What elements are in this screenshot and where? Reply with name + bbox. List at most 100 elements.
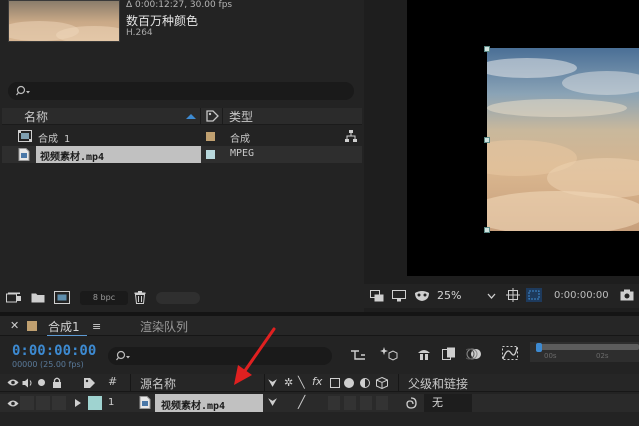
footage-file-icon: [18, 148, 30, 161]
new-folder-icon[interactable]: [31, 292, 45, 303]
sort-ascending-icon[interactable]: [185, 113, 197, 120]
zoom-value: 25%: [437, 289, 462, 302]
footage-codec: H.264: [126, 28, 153, 38]
layer-shy-switch[interactable]: ⮟: [268, 396, 277, 410]
label-tag-icon[interactable]: [83, 377, 96, 389]
label-color-swatch[interactable]: [206, 150, 215, 159]
collapse-switch-icon[interactable]: ✲: [284, 376, 293, 389]
monitor-icon[interactable]: [392, 290, 406, 302]
motion-blur-switch-icon[interactable]: [344, 378, 354, 388]
layer-switch-slot[interactable]: [360, 396, 372, 410]
footage-colors: 数百万种颜色: [126, 14, 199, 28]
lock-toggle[interactable]: [52, 396, 66, 410]
red-annotation-arrow: [232, 327, 278, 387]
column-number[interactable]: #: [108, 375, 117, 388]
footage-frame[interactable]: [487, 48, 639, 231]
tab-menu-icon[interactable]: ≡: [92, 320, 101, 333]
graph-editor-icon[interactable]: [502, 346, 518, 360]
mask-visibility-icon[interactable]: [414, 290, 430, 302]
solo-toggle[interactable]: [36, 396, 50, 410]
footage-duration-fps: Δ 0:00:12:27, 30.00 fps: [126, 0, 233, 10]
column-source-name[interactable]: 源名称: [140, 375, 176, 392]
3d-layer-icon[interactable]: [376, 377, 388, 389]
project-item-type: 合成: [230, 134, 250, 145]
interpret-footage-icon[interactable]: [6, 292, 22, 304]
column-divider: [200, 108, 201, 125]
column-parent-link[interactable]: 父级和链接: [408, 375, 468, 392]
ruler-label: 00s: [544, 352, 557, 360]
trash-icon[interactable]: [134, 291, 146, 304]
layer-index: 1: [108, 397, 115, 408]
speaker-icon[interactable]: [22, 378, 33, 388]
layer-name-highlight[interactable]: 视频素材.mp4: [155, 394, 263, 412]
label-color-swatch[interactable]: [206, 132, 215, 141]
new-composition-icon[interactable]: [54, 291, 70, 304]
column-divider: [222, 108, 223, 125]
solo-icon[interactable]: [38, 379, 45, 386]
viewer-timecode[interactable]: 0:00:00:00: [554, 290, 609, 301]
parent-dropdown[interactable]: 无: [424, 394, 472, 412]
search-icon: [16, 85, 32, 97]
comp-label-swatch: [27, 321, 37, 331]
project-item-type: MPEG: [230, 148, 255, 159]
project-column-header: 名称 类型: [2, 108, 362, 125]
column-name[interactable]: 名称: [24, 108, 48, 125]
adjustment-layer-icon[interactable]: [360, 378, 370, 388]
frame-blend-switch-icon[interactable]: [330, 378, 340, 388]
tab-composition[interactable]: 合成1: [48, 318, 80, 335]
project-search-input[interactable]: [8, 82, 354, 100]
work-area-bar[interactable]: [536, 344, 639, 350]
camera-snapshot-icon[interactable]: [620, 289, 634, 301]
motion-blur-icon[interactable]: [466, 347, 482, 361]
quality-switch-icon[interactable]: ╲: [298, 376, 305, 389]
always-preview-icon[interactable]: [370, 290, 384, 302]
layer-label-swatch[interactable]: [88, 396, 102, 410]
transform-handle[interactable]: [484, 46, 490, 52]
pick-whip-icon[interactable]: [404, 396, 418, 410]
eye-icon[interactable]: [7, 378, 19, 387]
bit-depth-button[interactable]: 8 bpc: [80, 291, 128, 305]
ruler-ticks: 00s 02s: [530, 352, 639, 362]
close-icon[interactable]: ✕: [10, 319, 19, 332]
project-item-composition[interactable]: 合成 1 合成: [2, 128, 362, 145]
region-of-interest-icon[interactable]: [506, 288, 520, 302]
audio-toggle[interactable]: [20, 396, 34, 410]
label-tag-icon[interactable]: [206, 110, 219, 122]
comp-mini-flowchart-icon[interactable]: [350, 348, 366, 362]
project-item-footage[interactable]: 视频素材.mp4 MPEG: [2, 146, 362, 163]
shy-layers-icon[interactable]: [416, 347, 432, 361]
layer-switch-slot[interactable]: [344, 396, 356, 410]
timeline-search-input[interactable]: [108, 347, 332, 365]
footage-file-icon: [139, 396, 151, 409]
layer-visibility-eye-icon[interactable]: [7, 399, 19, 408]
transform-handle[interactable]: [484, 137, 490, 143]
layer-quality-switch[interactable]: ╱: [298, 395, 305, 409]
frame-blending-icon[interactable]: [442, 347, 456, 361]
tab-render-queue[interactable]: 渲染队列: [140, 318, 188, 335]
timeline-layer-row[interactable]: 1 ⮟ ╱: [0, 394, 639, 412]
composition-icon: [18, 130, 32, 142]
expand-arrow-icon[interactable]: [74, 398, 82, 408]
layer-switch-slot[interactable]: [376, 396, 388, 410]
zoom-dropdown[interactable]: 25%: [431, 287, 501, 305]
current-time-display[interactable]: 0:00:00:00: [12, 343, 96, 359]
work-area-start-handle[interactable]: [536, 343, 542, 352]
effects-fx-icon[interactable]: fx: [312, 375, 322, 388]
thumbnail-size-slider[interactable]: [156, 292, 200, 304]
column-divider: [130, 374, 131, 392]
flowchart-icon[interactable]: [344, 129, 358, 143]
column-type[interactable]: 类型: [229, 108, 253, 125]
draft-3d-icon[interactable]: [380, 346, 398, 362]
layer-switch-slot[interactable]: [328, 396, 340, 410]
transparency-grid-icon[interactable]: [526, 288, 542, 302]
active-tab-underline: [47, 335, 87, 336]
column-divider: [398, 374, 399, 392]
layer-name: 视频素材.mp4: [161, 401, 226, 412]
timeline-column-header: # 源名称 ⮟ ✲ ╲ fx 父级和链接: [0, 374, 639, 392]
lock-icon[interactable]: [52, 377, 62, 388]
transform-handle[interactable]: [484, 227, 490, 233]
frame-info: 00000 (25.00 fps): [12, 360, 84, 369]
chevron-down-icon: [487, 293, 496, 299]
project-item-name: 视频素材.mp4: [40, 152, 105, 163]
timeline-tab-bar: ✕ 合成1 ≡ 渲染队列: [0, 316, 639, 336]
